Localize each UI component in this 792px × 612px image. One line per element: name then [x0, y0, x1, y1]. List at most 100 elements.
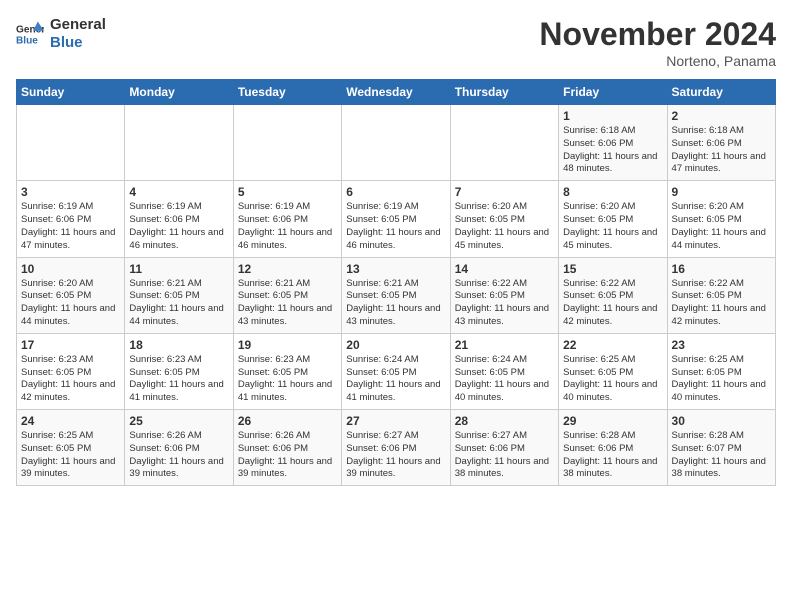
day-number: 7 — [455, 185, 554, 199]
calendar-cell: 9 Sunrise: 6:20 AM Sunset: 6:05 PM Daylig… — [667, 181, 775, 257]
day-info: Sunrise: 6:23 AM Sunset: 6:05 PM Dayligh… — [238, 354, 337, 405]
week-row-4: 17 Sunrise: 6:23 AM Sunset: 6:05 PM Dayli… — [17, 333, 776, 409]
calendar-cell — [125, 105, 233, 181]
calendar-cell: 7 Sunrise: 6:20 AM Sunset: 6:05 PM Daylig… — [450, 181, 558, 257]
day-number: 21 — [455, 338, 554, 352]
weekday-header-saturday: Saturday — [667, 80, 775, 105]
calendar-cell: 25 Sunrise: 6:26 AM Sunset: 6:06 PM Dayli… — [125, 410, 233, 486]
calendar-cell: 17 Sunrise: 6:23 AM Sunset: 6:05 PM Dayli… — [17, 333, 125, 409]
calendar-cell — [233, 105, 341, 181]
week-row-1: 1 Sunrise: 6:18 AM Sunset: 6:06 PM Daylig… — [17, 105, 776, 181]
calendar-cell: 19 Sunrise: 6:23 AM Sunset: 6:05 PM Dayli… — [233, 333, 341, 409]
day-number: 16 — [672, 262, 771, 276]
calendar-cell: 3 Sunrise: 6:19 AM Sunset: 6:06 PM Daylig… — [17, 181, 125, 257]
weekday-header-friday: Friday — [559, 80, 667, 105]
day-info: Sunrise: 6:26 AM Sunset: 6:06 PM Dayligh… — [129, 430, 228, 481]
day-info: Sunrise: 6:20 AM Sunset: 6:05 PM Dayligh… — [455, 201, 554, 252]
weekday-header-sunday: Sunday — [17, 80, 125, 105]
day-info: Sunrise: 6:24 AM Sunset: 6:05 PM Dayligh… — [346, 354, 445, 405]
day-number: 26 — [238, 414, 337, 428]
day-info: Sunrise: 6:22 AM Sunset: 6:05 PM Dayligh… — [455, 278, 554, 329]
week-row-3: 10 Sunrise: 6:20 AM Sunset: 6:05 PM Dayli… — [17, 257, 776, 333]
day-number: 13 — [346, 262, 445, 276]
day-number: 25 — [129, 414, 228, 428]
calendar-cell: 18Sunrise: 6:23 AM Sunset: 6:05 PM Dayli… — [125, 333, 233, 409]
day-number: 12 — [238, 262, 337, 276]
day-number: 9 — [672, 185, 771, 199]
day-info: Sunrise: 6:20 AM Sunset: 6:05 PM Dayligh… — [21, 278, 120, 329]
calendar-cell: 22 Sunrise: 6:25 AM Sunset: 6:05 PM Dayli… — [559, 333, 667, 409]
weekday-header-wednesday: Wednesday — [342, 80, 450, 105]
day-info: Sunrise: 6:19 AM Sunset: 6:06 PM Dayligh… — [129, 201, 228, 252]
weekday-header-monday: Monday — [125, 80, 233, 105]
calendar-cell: 2Sunrise: 6:18 AM Sunset: 6:06 PM Daylig… — [667, 105, 775, 181]
calendar-cell: 28 Sunrise: 6:27 AM Sunset: 6:06 PM Dayli… — [450, 410, 558, 486]
calendar-cell: 23Sunrise: 6:25 AM Sunset: 6:05 PM Dayli… — [667, 333, 775, 409]
day-info: Sunrise: 6:21 AM Sunset: 6:05 PM Dayligh… — [346, 278, 445, 329]
day-number: 30 — [672, 414, 771, 428]
logo-blue: Blue — [50, 34, 106, 52]
day-info: Sunrise: 6:21 AM Sunset: 6:05 PM Dayligh… — [238, 278, 337, 329]
day-number: 20 — [346, 338, 445, 352]
day-number: 27 — [346, 414, 445, 428]
day-number: 15 — [563, 262, 662, 276]
calendar-cell: 15 Sunrise: 6:22 AM Sunset: 6:05 PM Dayli… — [559, 257, 667, 333]
month-title: November 2024 — [539, 16, 776, 53]
day-info: Sunrise: 6:27 AM Sunset: 6:06 PM Dayligh… — [455, 430, 554, 481]
weekday-header-row: SundayMondayTuesdayWednesdayThursdayFrid… — [17, 80, 776, 105]
calendar-cell: 20 Sunrise: 6:24 AM Sunset: 6:05 PM Dayli… — [342, 333, 450, 409]
day-number: 10 — [21, 262, 120, 276]
day-info: Sunrise: 6:19 AM Sunset: 6:06 PM Dayligh… — [238, 201, 337, 252]
title-area: November 2024 Norteno, Panama — [539, 16, 776, 69]
day-info: Sunrise: 6:18 AM Sunset: 6:06 PM Dayligh… — [563, 125, 662, 176]
day-number: 3 — [21, 185, 120, 199]
day-number: 22 — [563, 338, 662, 352]
header: General Blue General Blue November 2024 … — [16, 16, 776, 69]
calendar-cell: 13 Sunrise: 6:21 AM Sunset: 6:05 PM Dayli… — [342, 257, 450, 333]
day-number: 1 — [563, 109, 662, 123]
day-number: 28 — [455, 414, 554, 428]
day-info: Sunrise: 6:28 AM Sunset: 6:07 PM Dayligh… — [672, 430, 771, 481]
day-number: 4 — [129, 185, 228, 199]
calendar-cell: 16 Sunrise: 6:22 AM Sunset: 6:05 PM Dayli… — [667, 257, 775, 333]
day-number: 17 — [21, 338, 120, 352]
day-info: Sunrise: 6:19 AM Sunset: 6:05 PM Dayligh… — [346, 201, 445, 252]
day-info: Sunrise: 6:20 AM Sunset: 6:05 PM Dayligh… — [563, 201, 662, 252]
day-number: 18 — [129, 338, 228, 352]
svg-text:Blue: Blue — [16, 35, 38, 46]
calendar-cell — [17, 105, 125, 181]
calendar-cell: 4 Sunrise: 6:19 AM Sunset: 6:06 PM Daylig… — [125, 181, 233, 257]
calendar-body: 1 Sunrise: 6:18 AM Sunset: 6:06 PM Daylig… — [17, 105, 776, 486]
day-number: 5 — [238, 185, 337, 199]
day-info: Sunrise: 6:25 AM Sunset: 6:05 PM Dayligh… — [21, 430, 120, 481]
day-info: Sunrise: 6:25 AM Sunset: 6:05 PM Dayligh… — [672, 354, 771, 405]
calendar-cell: 30 Sunrise: 6:28 AM Sunset: 6:07 PM Dayli… — [667, 410, 775, 486]
day-number: 24 — [21, 414, 120, 428]
day-info: Sunrise: 6:23 AM Sunset: 6:05 PM Dayligh… — [21, 354, 120, 405]
calendar-cell: 5 Sunrise: 6:19 AM Sunset: 6:06 PM Daylig… — [233, 181, 341, 257]
day-number: 19 — [238, 338, 337, 352]
day-info: Sunrise: 6:22 AM Sunset: 6:05 PM Dayligh… — [672, 278, 771, 329]
calendar-cell: 10 Sunrise: 6:20 AM Sunset: 6:05 PM Dayli… — [17, 257, 125, 333]
day-info: Sunrise: 6:27 AM Sunset: 6:06 PM Dayligh… — [346, 430, 445, 481]
calendar-cell: 26Sunrise: 6:26 AM Sunset: 6:06 PM Dayli… — [233, 410, 341, 486]
day-info: Sunrise: 6:25 AM Sunset: 6:05 PM Dayligh… — [563, 354, 662, 405]
calendar-cell: 6 Sunrise: 6:19 AM Sunset: 6:05 PM Daylig… — [342, 181, 450, 257]
calendar-cell — [450, 105, 558, 181]
day-info: Sunrise: 6:24 AM Sunset: 6:05 PM Dayligh… — [455, 354, 554, 405]
calendar-cell: 24 Sunrise: 6:25 AM Sunset: 6:05 PM Dayli… — [17, 410, 125, 486]
day-number: 11 — [129, 262, 228, 276]
day-number: 6 — [346, 185, 445, 199]
day-info: Sunrise: 6:22 AM Sunset: 6:05 PM Dayligh… — [563, 278, 662, 329]
day-info: Sunrise: 6:20 AM Sunset: 6:05 PM Dayligh… — [672, 201, 771, 252]
location-subtitle: Norteno, Panama — [539, 53, 776, 69]
day-number: 14 — [455, 262, 554, 276]
weekday-header-thursday: Thursday — [450, 80, 558, 105]
day-info: Sunrise: 6:19 AM Sunset: 6:06 PM Dayligh… — [21, 201, 120, 252]
logo-icon: General Blue — [16, 20, 44, 48]
day-info: Sunrise: 6:18 AM Sunset: 6:06 PM Dayligh… — [672, 125, 771, 176]
weekday-header-tuesday: Tuesday — [233, 80, 341, 105]
day-number: 8 — [563, 185, 662, 199]
calendar-cell: 27 Sunrise: 6:27 AM Sunset: 6:06 PM Dayli… — [342, 410, 450, 486]
week-row-5: 24 Sunrise: 6:25 AM Sunset: 6:05 PM Dayli… — [17, 410, 776, 486]
